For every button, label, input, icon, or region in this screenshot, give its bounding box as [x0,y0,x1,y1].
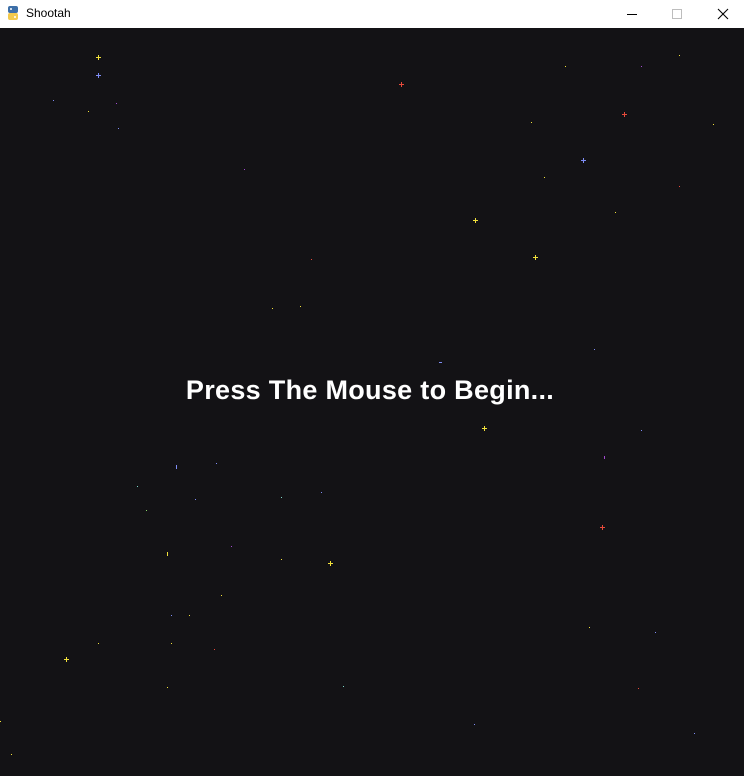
maximize-button[interactable] [654,0,700,28]
star-field-teal [137,486,344,687]
maximize-icon [672,9,682,19]
minimize-icon [627,14,637,15]
close-button[interactable] [700,0,744,28]
star-field-green [146,510,147,511]
minimize-button[interactable] [609,0,655,28]
close-icon [717,8,729,20]
title-bar: Shootah [0,0,744,28]
start-prompt: Press The Mouse to Begin... [185,375,555,405]
game-canvas[interactable]: Press The Mouse to Begin... [0,28,744,776]
python-icon [5,5,21,21]
window-title: Shootah [26,6,71,20]
star-field-purple [116,66,642,547]
